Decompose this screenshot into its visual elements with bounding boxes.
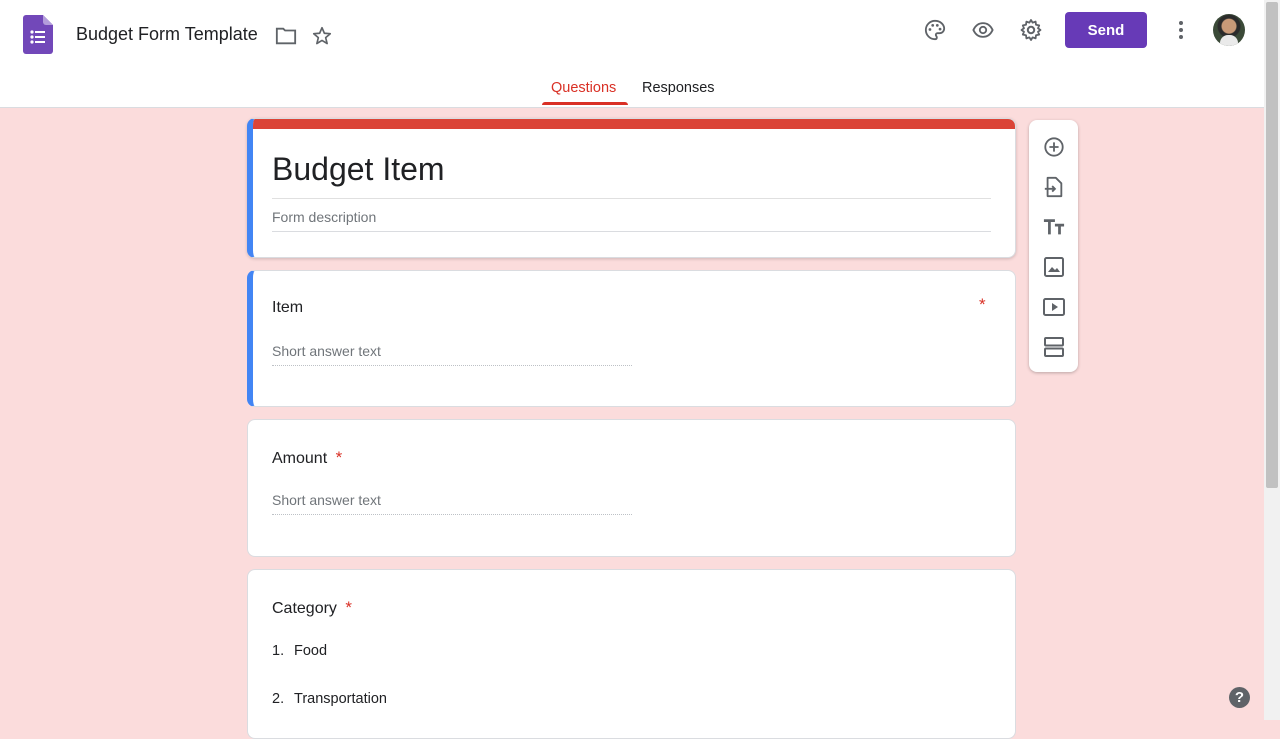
required-indicator: * [345,598,352,617]
vertical-scrollbar[interactable] [1264,0,1280,720]
more-vert-icon[interactable] [1168,17,1194,43]
option-number: 2. [272,691,285,707]
question-title[interactable]: Category * [272,598,352,618]
palette-icon[interactable] [922,17,948,43]
form-title[interactable]: Budget Item [272,151,991,199]
forms-logo-icon[interactable] [23,15,53,54]
form-description-field[interactable]: Form description [272,209,991,232]
question-title-text: Amount [272,450,328,467]
question-card-category[interactable]: Category * 1. Food 2. Transportation [247,569,1016,739]
tab-responses[interactable]: Responses [642,80,715,96]
send-button[interactable]: Send [1065,12,1147,48]
top-header: Budget Form Template Send Questions Resp… [0,0,1264,108]
add-video-icon[interactable] [1041,294,1066,319]
option-number: 1. [272,643,285,659]
question-card-amount[interactable]: Amount * Short answer text [247,419,1016,557]
active-tab-indicator [542,102,628,105]
option-label: Food [294,643,328,659]
scrollbar-thumb[interactable] [1266,2,1278,488]
question-title-text: Category [272,600,337,617]
tab-questions[interactable]: Questions [551,80,616,96]
short-answer-field: Short answer text [272,343,632,366]
add-title-icon[interactable] [1041,214,1066,239]
question-toolbar [1029,120,1078,372]
add-image-icon[interactable] [1041,254,1066,279]
form-title-card[interactable]: Budget Item Form description [247,118,1016,258]
import-questions-icon[interactable] [1041,174,1066,199]
list-item[interactable]: 1. Food [272,643,327,659]
gear-icon[interactable] [1018,17,1044,43]
help-button[interactable]: ? [1229,687,1250,708]
add-question-icon[interactable] [1041,134,1066,159]
question-card-item[interactable]: Item * Short answer text [247,270,1016,407]
list-item[interactable]: 2. Transportation [272,691,387,707]
short-answer-field: Short answer text [272,492,632,515]
question-title[interactable]: Item [272,299,303,317]
document-title[interactable]: Budget Form Template [76,24,258,45]
add-section-icon[interactable] [1041,334,1066,359]
option-label: Transportation [294,691,387,707]
folder-icon[interactable] [273,23,299,49]
avatar[interactable] [1213,14,1245,46]
required-indicator: * [335,448,343,467]
question-title[interactable]: Amount * [272,448,342,468]
star-icon[interactable] [309,23,335,49]
theme-color-bar [253,119,1015,129]
required-indicator: * [979,295,986,314]
eye-icon[interactable] [970,17,996,43]
